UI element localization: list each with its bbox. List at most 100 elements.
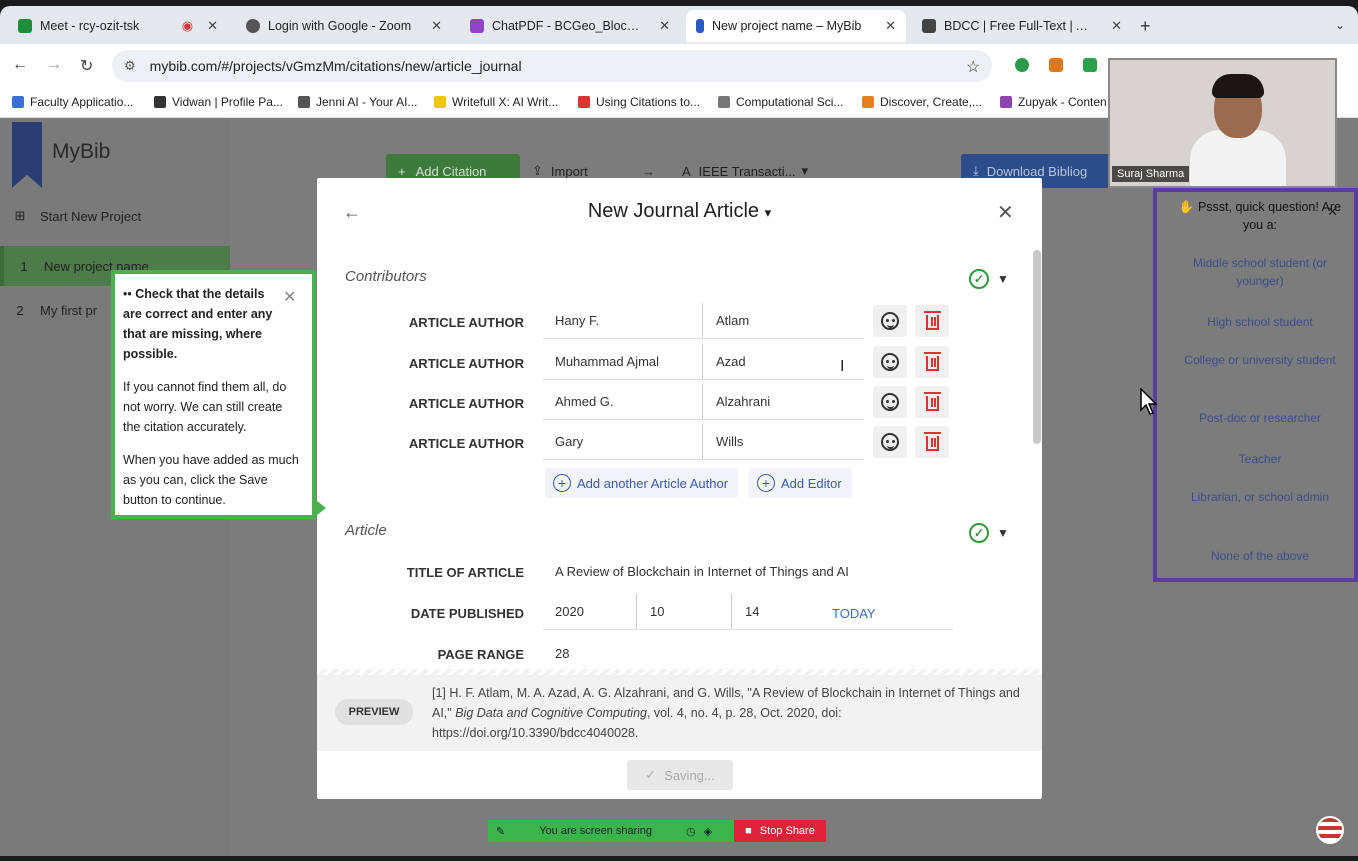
author-first-name-field[interactable]: Gary <box>543 424 703 460</box>
url-text: mybib.com/#/projects/vGmzMm/citations/ne… <box>149 58 522 74</box>
close-icon[interactable]: ✕ <box>1327 204 1338 220</box>
bookmark[interactable]: Using Citations to... <box>578 95 700 109</box>
page-range-row: PAGE RANGE 28 <box>317 635 1042 673</box>
page-range-field[interactable]: 28 <box>543 635 943 671</box>
delete-author-button[interactable] <box>915 386 949 418</box>
author-first-name-field[interactable]: Hany F. <box>543 303 703 339</box>
add-author-button[interactable]: + Add another Article Author <box>545 468 739 498</box>
delete-author-button[interactable] <box>915 426 949 458</box>
author-last-name-field[interactable]: Alzahrani <box>704 384 864 420</box>
plus-folder-icon: ⊞ <box>14 208 26 223</box>
url-bar[interactable]: ⚙ mybib.com/#/projects/vGmzMm/citations/… <box>112 50 992 82</box>
page-range-label: PAGE RANGE <box>437 647 524 662</box>
author-first-name-field[interactable]: Ahmed G. <box>543 384 703 420</box>
bookmark[interactable]: Zupyak - Conten <box>1000 95 1107 109</box>
button-label: Download Bibliog <box>986 163 1088 179</box>
contributors-toggle[interactable]: ✓ ▼ <box>969 269 1009 289</box>
close-icon[interactable]: ✕ <box>283 288 296 308</box>
date-year-field[interactable]: 2020 <box>543 594 637 630</box>
bookmark-label: Writefull X: AI Writ... <box>452 95 559 109</box>
forward-arrow-icon[interactable]: → <box>46 56 62 74</box>
preview-button[interactable]: PREVIEW <box>335 699 413 725</box>
author-last-name-field[interactable]: Atlam <box>704 303 864 339</box>
delete-author-button[interactable] <box>915 346 949 378</box>
today-button[interactable]: TODAY <box>832 606 876 621</box>
sharing-status-text: You are screen sharing <box>539 825 652 837</box>
tab-chatpdf[interactable]: ChatPDF - BCGeo_Blockcha... ✕ <box>460 10 680 42</box>
survey-panel: ✋ Pssst, quick question! Are you a: ✕ Mi… <box>1153 188 1358 582</box>
title-of-article-field[interactable]: A Review of Blockchain in Internet of Th… <box>543 553 943 589</box>
star-icon[interactable]: ☆ <box>966 57 980 77</box>
person-type-button[interactable] <box>873 426 907 458</box>
survey-option[interactable]: College or university student <box>1175 351 1345 369</box>
bookmark-label: Faculty Applicatio... <box>30 95 134 109</box>
globe-icon <box>246 19 260 33</box>
tab-zoom-login[interactable]: Login with Google - Zoom ✕ <box>236 10 452 42</box>
reload-icon[interactable]: ↻ <box>80 56 93 76</box>
screen: Meet - rcy-ozit-tsk ◉ ✕ Login with Googl… <box>0 0 1358 861</box>
trash-icon <box>923 352 941 371</box>
tooltip-paragraph: •• Check that the details are correct an… <box>123 284 283 364</box>
preview-citation-text: [1] H. F. Atlam, M. A. Azad, A. G. Alzah… <box>432 683 1032 743</box>
bookmark[interactable]: Faculty Applicatio... <box>12 95 133 109</box>
bookmark[interactable]: Discover, Create,... <box>862 95 982 109</box>
new-tab-icon[interactable]: + <box>1140 16 1151 37</box>
survey-option[interactable]: Librarian, or school admin <box>1175 488 1345 506</box>
tab-label: Login with Google - Zoom <box>268 19 412 33</box>
preview-edge <box>317 669 1042 675</box>
tooltip-paragraph: When you have added as much as you can, … <box>123 453 299 507</box>
back-arrow-icon[interactable]: ← <box>12 56 28 74</box>
bookmark[interactable]: Vidwan | Profile Pa... <box>154 95 283 109</box>
participant-name: Suraj Sharma <box>1112 166 1190 182</box>
video-tile[interactable]: Suraj Sharma <box>1108 58 1337 188</box>
article-heading: Article <box>345 522 387 539</box>
site-info-icon[interactable]: ⚙ <box>124 58 136 74</box>
author-first-name-field[interactable]: Muhammad Ajmal <box>543 344 703 380</box>
survey-title-text: Pssst, quick question! Are you a: <box>1197 200 1342 232</box>
survey-option[interactable]: Middle school student (or younger) <box>1175 254 1345 290</box>
stop-share-button[interactable]: ■ Stop Share <box>734 820 826 842</box>
close-icon[interactable]: ✕ <box>425 18 442 34</box>
date-month-field[interactable]: 10 <box>638 594 732 630</box>
sidebar-item-start-new-project[interactable]: ⊞ Start New Project <box>0 196 230 236</box>
close-icon[interactable]: ✕ <box>201 18 218 34</box>
close-icon[interactable]: ✕ <box>879 18 896 34</box>
person-type-button[interactable] <box>873 346 907 378</box>
modal-title[interactable]: New Journal Article ▾ <box>317 200 1042 223</box>
close-icon[interactable]: ✕ <box>653 18 670 34</box>
person-body <box>1190 130 1286 186</box>
tab-meet[interactable]: Meet - rcy-ozit-tsk ◉ ✕ <box>8 10 228 42</box>
chevron-down-icon: ▼ <box>997 272 1009 286</box>
extension-icon[interactable] <box>1015 58 1029 72</box>
survey-option[interactable]: Teacher <box>1175 450 1345 468</box>
survey-option[interactable]: High school student <box>1175 313 1345 331</box>
tooltip-paragraph: If you cannot find them all, do not worr… <box>123 380 287 434</box>
close-icon[interactable]: ✕ <box>997 200 1014 225</box>
metamask-icon[interactable] <box>1049 58 1063 72</box>
person-type-button[interactable] <box>873 386 907 418</box>
language-flag-icon[interactable] <box>1316 816 1344 844</box>
survey-option[interactable]: None of the above <box>1175 547 1345 565</box>
person-type-button[interactable] <box>873 305 907 337</box>
hand-emoji-icon: ✋ <box>1178 200 1195 214</box>
delete-author-button[interactable] <box>915 305 949 337</box>
button-label: Stop Share <box>759 825 815 837</box>
close-icon[interactable]: ✕ <box>1105 18 1122 34</box>
bookmark-label: Zupyak - Conten <box>1018 95 1107 109</box>
bookmark[interactable]: Jenni AI - Your AI... <box>298 95 417 109</box>
add-editor-button[interactable]: + Add Editor <box>749 468 852 498</box>
bookmark[interactable]: Computational Sci... <box>718 95 843 109</box>
screen-share-bar: ✎ You are screen sharing ◷ ◈ ■ Stop Shar… <box>488 820 826 842</box>
article-toggle[interactable]: ✓ ▼ <box>969 523 1009 543</box>
bookmark-icon <box>298 96 310 108</box>
survey-option[interactable]: Post-doc or researcher <box>1175 409 1345 427</box>
tab-bdcc[interactable]: BDCC | Free Full-Text | A Rev ✕ <box>912 10 1132 42</box>
bookmark-label: Discover, Create,... <box>880 95 983 109</box>
author-last-name-field[interactable]: Wills <box>704 424 864 460</box>
save-button[interactable]: ✓ Saving... <box>627 760 733 790</box>
chevron-down-icon[interactable]: ⌄ <box>1335 18 1345 32</box>
author-row: ARTICLE AUTHOR Gary Wills <box>317 424 1042 462</box>
extension-icon[interactable] <box>1083 58 1097 72</box>
tab-mybib[interactable]: New project name – MyBib ✕ <box>686 10 906 42</box>
bookmark[interactable]: Writefull X: AI Writ... <box>434 95 558 109</box>
